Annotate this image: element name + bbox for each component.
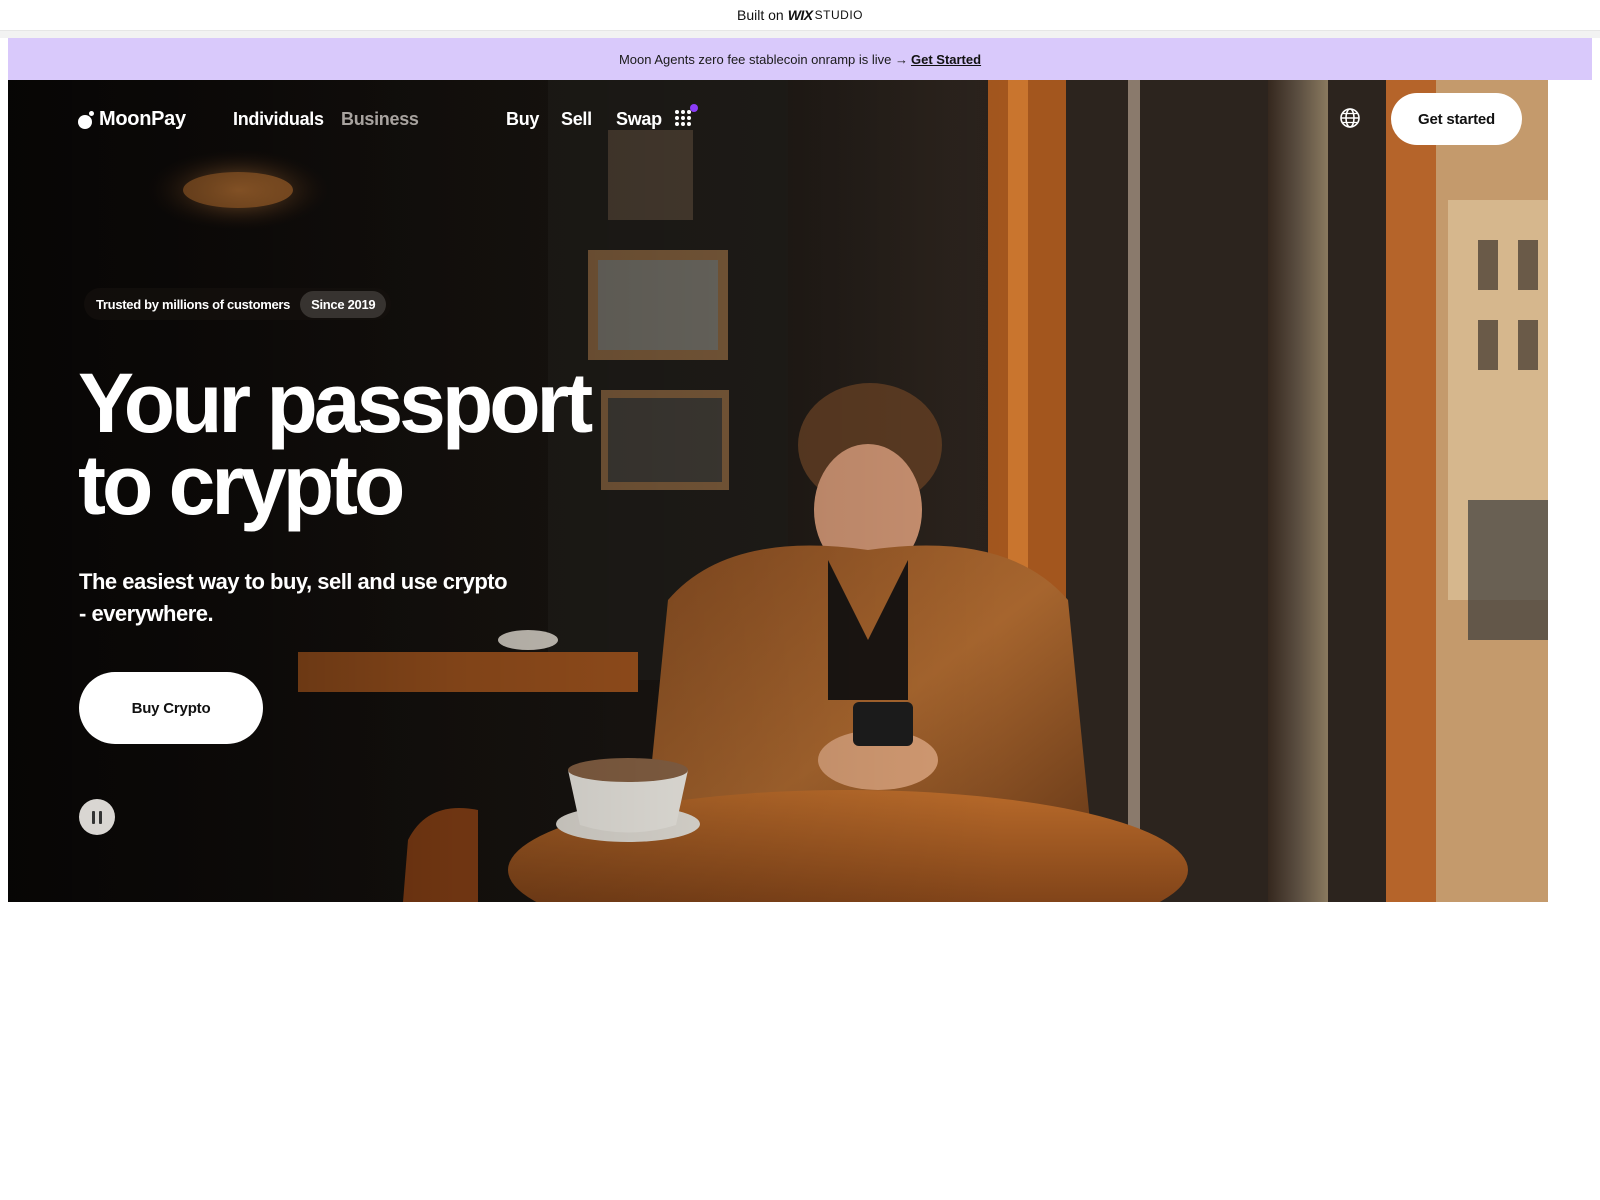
announcement-text: Moon Agents zero fee stablecoin onramp i…: [618, 51, 908, 67]
globe-icon[interactable]: [1339, 107, 1361, 129]
wix-logo: WIX: [787, 7, 813, 23]
get-started-button[interactable]: Get started: [1391, 93, 1522, 145]
nav-sell[interactable]: Sell: [561, 109, 592, 130]
nav-swap[interactable]: Swap: [616, 109, 662, 130]
hero-subheadline: The easiest way to buy, sell and use cry…: [79, 569, 508, 626]
tab-individuals[interactable]: Individuals: [233, 109, 324, 130]
pause-icon: [92, 810, 95, 824]
wix-studio-label: STUDIO: [814, 8, 863, 22]
hero-headline: Your passport to crypto: [78, 356, 593, 532]
announcement-link[interactable]: Get Started: [911, 52, 981, 67]
top-navigation: MoonPay Individuals Business Buy Sell Sw…: [8, 80, 1576, 160]
built-on-label: Built on: [737, 7, 784, 23]
moon-logo-icon: [78, 110, 94, 129]
hero-section: MoonPay Individuals Business Buy Sell Sw…: [8, 80, 1576, 902]
announcement-bar: Moon Agents zero fee stablecoin onramp i…: [8, 38, 1592, 80]
grid-dots-icon[interactable]: [675, 110, 693, 128]
page-gutter: [0, 31, 1600, 38]
logo-wordmark: MoonPay: [99, 108, 186, 130]
since-badge: Since 2019: [300, 290, 387, 318]
pause-icon-bar: [99, 810, 102, 824]
buy-crypto-button[interactable]: Buy Crypto: [79, 672, 263, 744]
built-on-wix-banner[interactable]: Built on WIX STUDIO: [0, 0, 1600, 31]
notification-dot: [690, 104, 698, 112]
trust-text: Trusted by millions of customers: [96, 296, 291, 312]
pause-video-button[interactable]: [79, 799, 115, 835]
moonpay-logo[interactable]: MoonPay: [78, 108, 186, 131]
trust-badge: Trusted by millions of customers Since 2…: [84, 288, 392, 320]
tab-business[interactable]: Business: [341, 109, 419, 130]
nav-buy[interactable]: Buy: [506, 109, 539, 130]
headline-line-1: Your passport: [78, 356, 593, 450]
headline-line-2: to crypto: [78, 438, 405, 532]
